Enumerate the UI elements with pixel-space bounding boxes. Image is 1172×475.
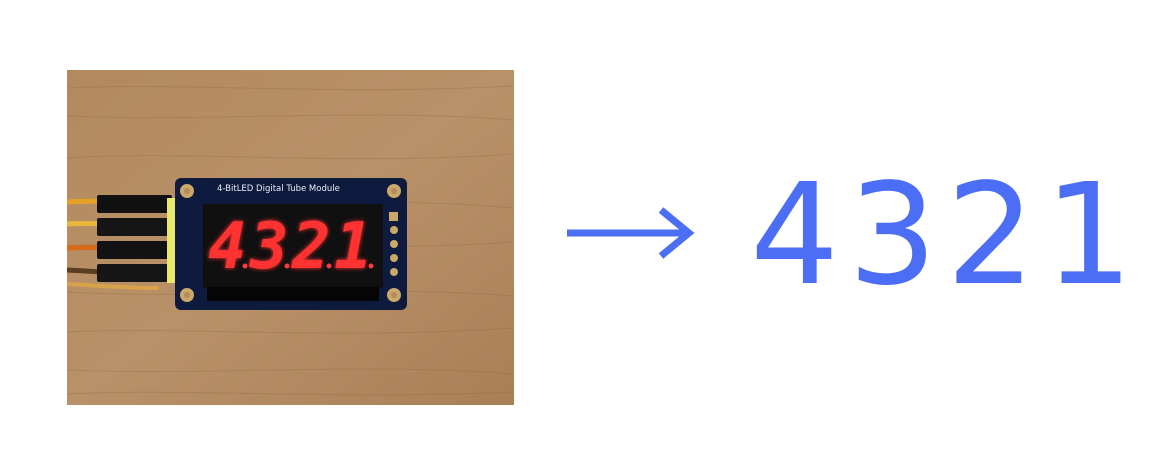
led-digit: 2 <box>291 210 331 284</box>
led-digit: 1 <box>334 210 373 284</box>
led-digit: 4 <box>208 210 247 284</box>
display-bottom <box>207 287 379 301</box>
module-photo: 4-BitLED Digital Tube Module 4 3 2 1 <box>67 70 514 405</box>
led-digit: 3 <box>249 210 289 284</box>
module-label: 4-BitLED Digital Tube Module <box>217 184 340 194</box>
recognized-number: 4321 <box>750 154 1143 317</box>
module-photo-illustration: 4-BitLED Digital Tube Module 4 3 2 1 <box>67 70 514 405</box>
right-arrow-icon <box>567 207 695 259</box>
